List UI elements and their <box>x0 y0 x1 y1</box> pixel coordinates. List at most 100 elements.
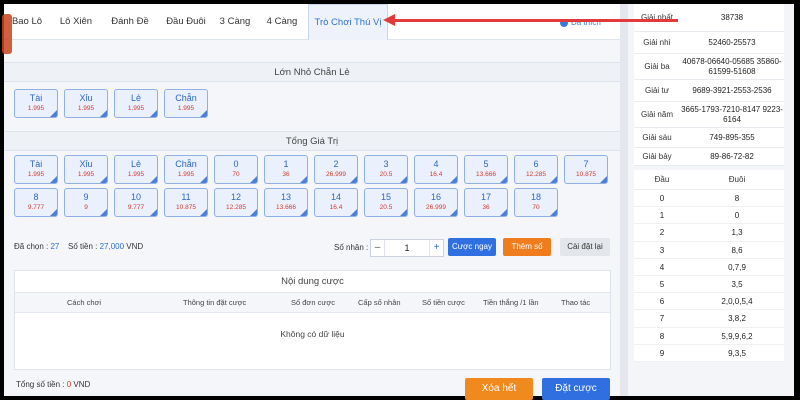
head-tail-row: 6 2,0,0,5,4 <box>634 293 784 311</box>
bet-option[interactable]: Lẻ 1.995 <box>114 89 158 118</box>
bet-odds: 16.4 <box>429 171 443 178</box>
bet-option[interactable]: 2 26.999 <box>314 155 358 184</box>
result-label: Giải ba <box>644 62 670 71</box>
bet-name: 4 <box>433 159 439 169</box>
bet-name: 5 <box>483 159 489 169</box>
bet-name: 16 <box>430 192 441 202</box>
bet-option[interactable]: 16 26.999 <box>414 188 458 217</box>
bet-odds: 1.995 <box>77 171 95 178</box>
result-label: Giải tư <box>644 86 670 95</box>
col-bet-amount: Số tiền cược <box>422 298 465 307</box>
bet-name: 15 <box>380 192 391 202</box>
quick-bet-button[interactable]: Cược ngay <box>448 238 496 256</box>
total-label: Tổng số tiền : <box>16 380 65 389</box>
bet-option[interactable]: Xỉu 1.995 <box>64 89 108 118</box>
head-digit: 4 <box>659 262 665 272</box>
tab-danh-de[interactable]: Đánh Đề <box>102 4 158 40</box>
bet-option[interactable]: 12 12.285 <box>214 188 258 217</box>
head-tail-row: 2 1,3 <box>634 224 784 242</box>
bet-odds: 12.285 <box>226 204 246 211</box>
multiplier-stepper: – 1 + <box>370 239 444 257</box>
bet-option[interactable]: 0 70 <box>214 155 258 184</box>
bet-option[interactable]: 18 70 <box>514 188 558 217</box>
bet-option[interactable]: Tài 1.995 <box>14 89 58 118</box>
bet-option[interactable]: Xỉu 1.995 <box>64 155 108 184</box>
bet-name: 9 <box>83 192 89 202</box>
bet-name: 3 <box>383 159 389 169</box>
bet-name: Lẻ <box>130 93 141 103</box>
bet-odds: 1.995 <box>27 171 45 178</box>
result-label: Giải nhì <box>643 38 671 47</box>
tab-lo-xien[interactable]: Lô Xiên <box>50 4 102 40</box>
bet-option[interactable]: 14 16.4 <box>314 188 358 217</box>
bet-name: Xỉu <box>79 159 93 169</box>
bet-option[interactable]: 3 20.5 <box>364 155 408 184</box>
bet-option[interactable]: 11 10.875 <box>164 188 208 217</box>
head-tail-row: 9 9,3,5 <box>634 345 784 362</box>
amount-label: Số tiền : <box>68 242 98 251</box>
bet-option[interactable]: 10 9.777 <box>114 188 158 217</box>
head-digit: 7 <box>659 314 665 324</box>
tab-4-cang[interactable]: 4 Càng <box>256 4 308 40</box>
result-value: 40678-06640-05685 35860-61599-51608 <box>682 57 782 76</box>
tail-digits: 1,3 <box>731 228 743 238</box>
tail-digits: 0 <box>734 211 740 221</box>
bet-option[interactable]: 8 9.777 <box>14 188 58 217</box>
bet-name: 12 <box>230 192 241 202</box>
bet-option[interactable]: 6 12.285 <box>514 155 558 184</box>
add-number-button[interactable]: Thêm số <box>503 238 551 256</box>
game-tabs: Bao Lô Lô Xiên Đánh Đề Đầu Đuôi 3 Càng 4… <box>4 4 620 40</box>
bet-option[interactable]: 4 16.4 <box>414 155 458 184</box>
bet-option[interactable]: 17 36 <box>464 188 508 217</box>
total-currency: VND <box>73 380 91 389</box>
bet-odds: 9 <box>84 204 88 211</box>
tab-dau-duoi[interactable]: Đầu Đuôi <box>158 4 214 40</box>
frame-right <box>794 0 800 400</box>
bet-name: 8 <box>33 192 39 202</box>
head-tail-row: 4 0,7,9 <box>634 259 784 276</box>
bet-option[interactable]: Lẻ 1.995 <box>114 155 158 184</box>
head-tail-row: 3 8,6 <box>634 242 784 259</box>
bet-odds: 10.875 <box>576 171 596 178</box>
bet-option[interactable]: 7 10.875 <box>564 155 608 184</box>
total-value: 0 <box>66 380 72 389</box>
bet-odds: 70 <box>232 171 240 178</box>
bet-odds: 1.995 <box>77 105 95 112</box>
bet-option[interactable]: 99 <box>64 188 108 217</box>
bet-name: Lẻ <box>130 159 141 169</box>
tab-3-cang[interactable]: 3 Càng <box>214 4 256 40</box>
head-tail-row: 08 <box>634 190 784 208</box>
decrement-button[interactable]: – <box>371 240 385 256</box>
bet-option[interactable]: 1 36 <box>264 155 308 184</box>
result-value: 749-895-355 <box>709 133 755 142</box>
total-amount: Tổng số tiền : 0 VND <box>16 380 90 389</box>
tab-tro-choi-thu-vi[interactable]: Trò Chơi Thú Vị <box>308 4 388 40</box>
panel-divider <box>620 4 628 396</box>
bet-odds: 9.777 <box>27 204 45 211</box>
head-digit: 0 <box>659 194 665 203</box>
head-digit: 5 <box>659 279 665 289</box>
head-tail-row: 8 5,9,9,6,2 <box>634 328 784 345</box>
bet-option[interactable]: 15 20.5 <box>364 188 408 217</box>
bet-option[interactable]: Chẵn 1.995 <box>164 89 208 118</box>
bet-option[interactable]: Tài 1.995 <box>14 155 58 184</box>
bet-name: Chẵn <box>175 93 197 103</box>
bet-odds: 20.5 <box>379 171 393 178</box>
bet-option[interactable]: 13 13.666 <box>264 188 308 217</box>
bet-option[interactable]: 5 13.666 <box>464 155 508 184</box>
bet-name: Chẵn <box>175 159 197 169</box>
amount: Số tiền : 27,000 VND <box>68 242 143 251</box>
multiplier-label: Số nhân : <box>334 243 369 252</box>
result-label: Giải nhất <box>640 13 674 22</box>
reset-button[interactable]: Cài đặt lại <box>560 238 610 256</box>
bet-odds: 16.4 <box>329 204 343 211</box>
bet-name: 17 <box>480 192 491 202</box>
multiplier-input[interactable]: 1 <box>387 240 427 256</box>
bet-option[interactable]: Chẵn 1.995 <box>164 155 208 184</box>
clear-all-button[interactable]: Xóa hết <box>465 378 533 400</box>
head-digit: 3 <box>659 245 665 255</box>
bet-odds: 9.777 <box>127 204 145 211</box>
table-header: Cách chơi Thông tin đặt cược Số đơn cược… <box>15 293 610 313</box>
increment-button[interactable]: + <box>429 240 443 256</box>
place-bet-button[interactable]: Đặt cược <box>542 378 610 400</box>
